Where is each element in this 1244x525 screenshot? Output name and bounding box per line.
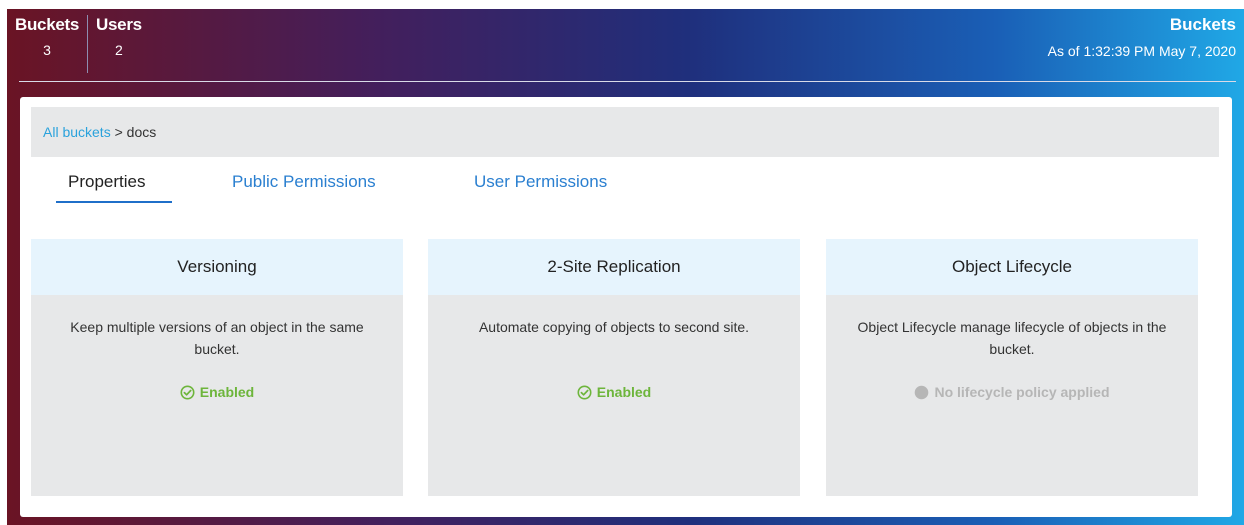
stat-buckets[interactable]: Buckets 3 xyxy=(7,9,87,79)
card-status-label: Enabled xyxy=(596,384,652,400)
header-right: Buckets As of 1:32:39 PM May 7, 2020 xyxy=(1048,13,1236,61)
card-status-label: No lifecycle policy applied xyxy=(934,384,1110,400)
card-title: Versioning xyxy=(31,239,403,295)
card-status: Enabled xyxy=(428,384,800,400)
card-title: Object Lifecycle xyxy=(826,239,1198,295)
tab-user-permissions[interactable]: User Permissions xyxy=(474,165,607,199)
card-description: Automate copying of objects to second si… xyxy=(478,319,750,335)
tab-properties[interactable]: Properties xyxy=(68,165,145,199)
check-circle-icon xyxy=(577,385,592,400)
card-status-label: Enabled xyxy=(199,384,255,400)
active-tab-indicator xyxy=(56,201,172,203)
stat-users-label: Users xyxy=(96,15,142,34)
header-stats: Buckets 3 Users 2 xyxy=(7,9,150,79)
page-title: Buckets xyxy=(1169,15,1236,34)
card-description: Object Lifecycle manage lifecycle of obj… xyxy=(857,319,1167,357)
card-2-site-replication[interactable]: 2-Site Replication Automate copying of o… xyxy=(428,239,800,496)
last-updated-timestamp: As of 1:32:39 PM May 7, 2020 xyxy=(1047,43,1236,59)
card-status: No lifecycle policy applied xyxy=(826,384,1198,400)
breadcrumb-separator: > xyxy=(110,124,127,140)
card-description: Keep multiple versions of an object in t… xyxy=(70,319,364,357)
main-panel: All buckets > docs Properties Public Per… xyxy=(20,97,1232,517)
check-circle-icon xyxy=(180,385,195,400)
header-divider xyxy=(19,81,1236,82)
filled-circle-icon xyxy=(914,385,929,400)
breadcrumb-all-buckets-link[interactable]: All buckets xyxy=(43,124,111,140)
stat-users[interactable]: Users 2 xyxy=(88,9,150,79)
breadcrumb: All buckets > docs xyxy=(31,107,1219,157)
stat-users-value: 2 xyxy=(115,42,123,58)
app-frame: Buckets 3 Users 2 Buckets As of 1:32:39 … xyxy=(7,9,1244,525)
card-status: Enabled xyxy=(31,384,403,400)
card-versioning[interactable]: Versioning Keep multiple versions of an … xyxy=(31,239,403,496)
stat-buckets-value: 3 xyxy=(43,42,51,58)
breadcrumb-current: docs xyxy=(126,124,157,140)
tab-public-permissions[interactable]: Public Permissions xyxy=(232,165,376,199)
card-object-lifecycle[interactable]: Object Lifecycle Object Lifecycle manage… xyxy=(826,239,1198,496)
stat-buckets-label: Buckets xyxy=(15,15,80,34)
card-title: 2-Site Replication xyxy=(428,239,800,295)
